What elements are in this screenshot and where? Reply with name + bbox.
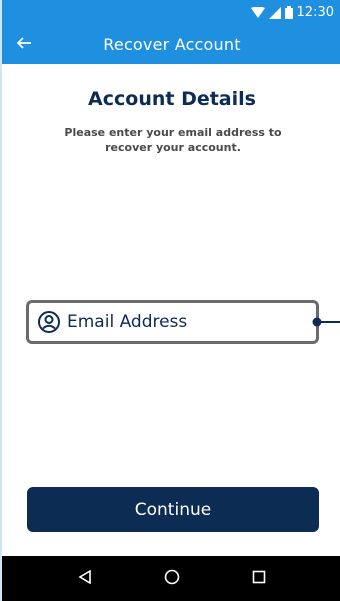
back-arrow-icon [16, 35, 32, 55]
recents-square-icon [252, 569, 266, 588]
recover-account-screen: 12:30 Recover Account Account Details Pl… [0, 0, 340, 601]
home-circle-icon [164, 569, 180, 589]
email-input[interactable] [67, 312, 297, 332]
wifi-icon [250, 6, 265, 19]
back-button[interactable] [10, 31, 38, 59]
app-bar: Recover Account [2, 25, 340, 64]
page-title: Account Details [88, 88, 256, 110]
field-connector-line [312, 317, 340, 327]
page-subtitle: Please enter your email address to recov… [64, 126, 282, 154]
battery-icon [284, 6, 293, 19]
nav-recents-button[interactable] [244, 564, 274, 594]
continue-button[interactable]: Continue [27, 487, 319, 532]
status-bar: 12:30 [2, 0, 340, 25]
nav-home-button[interactable] [157, 564, 187, 594]
email-field[interactable] [26, 300, 319, 344]
user-circle-icon [37, 310, 61, 334]
navigation-bar [2, 556, 340, 601]
signal-icon [268, 6, 281, 19]
nav-back-button[interactable] [70, 564, 100, 594]
status-time: 12:30 [296, 5, 334, 20]
app-bar-title: Recover Account [103, 35, 241, 54]
back-triangle-icon [78, 569, 92, 588]
